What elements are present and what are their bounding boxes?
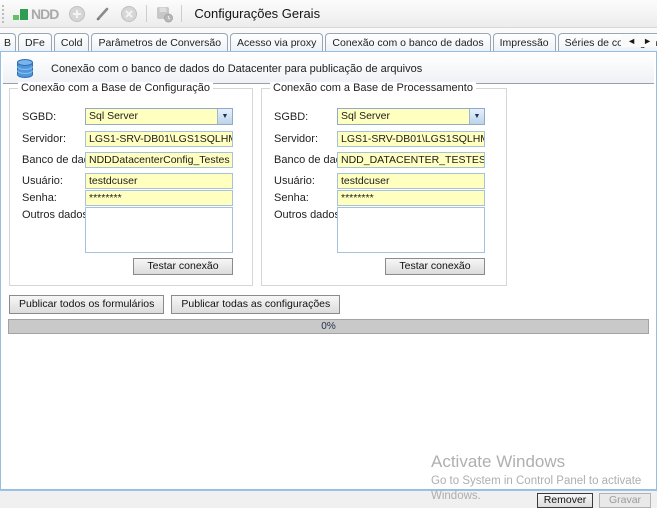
banco-input[interactable]: NDDDatacenterConfig_Testes (85, 152, 233, 168)
datacenter-tab-page: Conexão com o banco de dados do Datacent… (0, 51, 657, 490)
toolbar: NDD Configurações Gerais (0, 0, 657, 28)
sgbd-value: Sql Server (338, 109, 469, 124)
tab-conexao-banco[interactable]: Conexão com o banco de dados (325, 33, 490, 52)
remover-button[interactable]: Remover (537, 493, 593, 508)
sgbd-label: SGBD: (22, 111, 56, 123)
cancel-button[interactable] (118, 3, 140, 25)
servidor-input[interactable]: LGS1-SRV-DB01\LGS1SQLHMG01 (337, 131, 485, 147)
group-title: Conexão com a Base de Processamento (270, 82, 476, 94)
outros-dados-label: Outros dados: (274, 209, 343, 221)
tab-parametros-conversao[interactable]: Parâmetros de Conversão (91, 33, 228, 52)
sgbd-select[interactable]: Sql Server ▼ (85, 108, 233, 125)
servidor-input[interactable]: LGS1-SRV-DB01\LGS1SQLHMG01 (85, 131, 233, 147)
x-circle-icon (120, 5, 138, 23)
info-bar: Conexão com o banco de dados do Datacent… (3, 54, 654, 84)
info-bar-text: Conexão com o banco de dados do Datacent… (51, 63, 422, 75)
outros-dados-input[interactable] (85, 207, 233, 253)
ndd-logo: NDD (12, 6, 58, 22)
servidor-label: Servidor: (22, 133, 66, 145)
chevron-down-icon[interactable]: ▼ (469, 109, 484, 124)
tab-impressao[interactable]: Impressão (493, 33, 556, 52)
chevron-down-icon[interactable]: ▼ (217, 109, 232, 124)
database-icon (16, 58, 34, 79)
publicar-configuracoes-button[interactable]: Publicar todas as configurações (171, 295, 340, 314)
tab-strip: B DFe Cold Parâmetros de Conversão Acess… (0, 28, 657, 52)
gravar-button[interactable]: Gravar (599, 493, 651, 508)
toolbar-separator-2 (181, 5, 182, 22)
tab-scroll-buttons: ◄ ► (621, 35, 656, 47)
outros-dados-label: Outros dados: (22, 209, 91, 221)
add-button[interactable] (66, 3, 88, 25)
senha-input[interactable]: ******** (337, 190, 485, 206)
edit-button[interactable] (92, 3, 114, 25)
usuario-input[interactable]: testdcuser (85, 173, 233, 189)
scroll-right-icon[interactable]: ► (643, 36, 652, 46)
toolbar-grip[interactable] (2, 5, 6, 23)
tab-b[interactable]: B (0, 33, 16, 52)
progress-bar: 0% (8, 319, 649, 334)
footer-bar: Remover Gravar (0, 490, 657, 508)
group-base-configuracao: Conexão com a Base de Configuração SGBD:… (9, 88, 253, 286)
tab-cold[interactable]: Cold (54, 33, 90, 52)
tab-dfe[interactable]: DFe (18, 33, 52, 52)
usuario-input[interactable]: testdcuser (337, 173, 485, 189)
pencil-icon (94, 5, 112, 23)
senha-input[interactable]: ******** (85, 190, 233, 206)
servidor-label: Servidor: (274, 133, 318, 145)
outros-dados-input[interactable] (337, 207, 485, 253)
scroll-left-icon[interactable]: ◄ (627, 36, 636, 46)
ndd-logo-icon (12, 6, 29, 22)
save-icon (155, 5, 174, 23)
sgbd-value: Sql Server (86, 109, 217, 124)
group-base-processamento: Conexão com a Base de Processamento SGBD… (261, 88, 507, 286)
publicar-formularios-button[interactable]: Publicar todos os formulários (9, 295, 164, 314)
publish-actions: Publicar todos os formulários Publicar t… (9, 295, 340, 314)
usuario-label: Usuário: (22, 175, 63, 187)
tab-acesso-proxy[interactable]: Acesso via proxy (230, 33, 323, 52)
toolbar-separator (146, 5, 147, 22)
save-button[interactable] (153, 3, 175, 25)
group-title: Conexão com a Base de Configuração (18, 82, 213, 94)
usuario-label: Usuário: (274, 175, 315, 187)
testar-conexao-button[interactable]: Testar conexão (133, 258, 233, 275)
plus-circle-icon (68, 5, 86, 23)
ndd-logo-text: NDD (31, 6, 58, 22)
page-title: Configurações Gerais (194, 6, 320, 21)
testar-conexao-button[interactable]: Testar conexão (385, 258, 485, 275)
senha-label: Senha: (274, 192, 309, 204)
sgbd-label: SGBD: (274, 111, 308, 123)
banco-input[interactable]: NDD_DATACENTER_TESTES (337, 152, 485, 168)
senha-label: Senha: (22, 192, 57, 204)
sgbd-select[interactable]: Sql Server ▼ (337, 108, 485, 125)
